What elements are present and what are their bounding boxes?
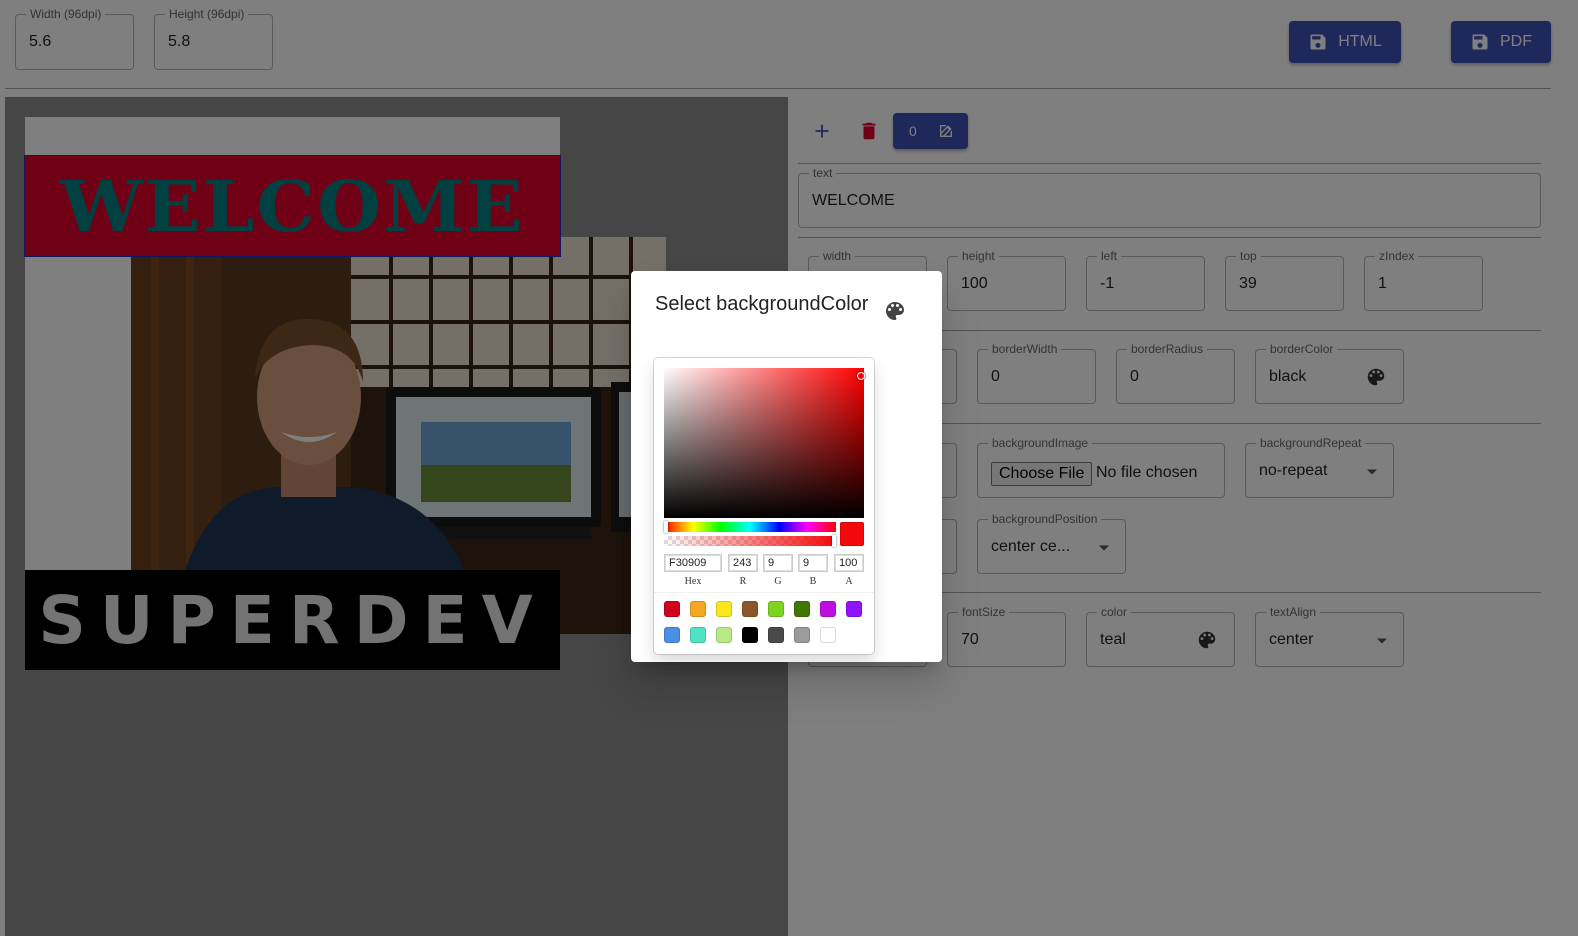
preset-swatch[interactable] <box>768 601 784 617</box>
green-label: G <box>774 576 782 587</box>
preset-swatch[interactable] <box>716 601 732 617</box>
alpha-label: A <box>845 576 853 587</box>
preset-swatch[interactable] <box>846 601 862 617</box>
color-picker-dialog: Select backgroundColor Hex R G B A <box>631 271 942 662</box>
blue-label: B <box>809 576 817 587</box>
alpha-slider[interactable] <box>664 535 836 547</box>
preset-swatch[interactable] <box>690 601 706 617</box>
preset-swatch[interactable] <box>664 601 680 617</box>
preset-divider <box>654 592 874 593</box>
green-input[interactable] <box>763 554 793 572</box>
saturation-pointer[interactable] <box>857 372 865 380</box>
preset-swatch[interactable] <box>794 601 810 617</box>
red-input[interactable] <box>728 554 758 572</box>
preset-swatch[interactable] <box>664 627 680 643</box>
preset-swatch[interactable] <box>820 601 836 617</box>
alpha-slider-handle[interactable] <box>832 535 836 547</box>
hex-input[interactable] <box>664 554 722 572</box>
preset-swatch[interactable] <box>716 627 732 643</box>
hue-slider[interactable] <box>664 521 836 533</box>
preset-swatch[interactable] <box>768 627 784 643</box>
red-label: R <box>739 576 747 587</box>
preset-swatch[interactable] <box>690 627 706 643</box>
color-picker: Hex R G B A <box>654 358 874 654</box>
preset-swatch[interactable] <box>742 601 758 617</box>
preset-swatch[interactable] <box>820 627 836 643</box>
saturation-area[interactable] <box>664 368 865 518</box>
hex-label: Hex <box>684 576 702 587</box>
preset-swatch[interactable] <box>742 627 758 643</box>
color-preview-swatch <box>840 522 864 546</box>
blue-input[interactable] <box>798 554 828 572</box>
alpha-input[interactable] <box>834 554 864 572</box>
dialog-title: Select backgroundColor <box>655 293 869 315</box>
preset-swatch[interactable] <box>794 627 810 643</box>
palette-icon <box>886 302 904 320</box>
hue-slider-handle[interactable] <box>664 521 668 533</box>
